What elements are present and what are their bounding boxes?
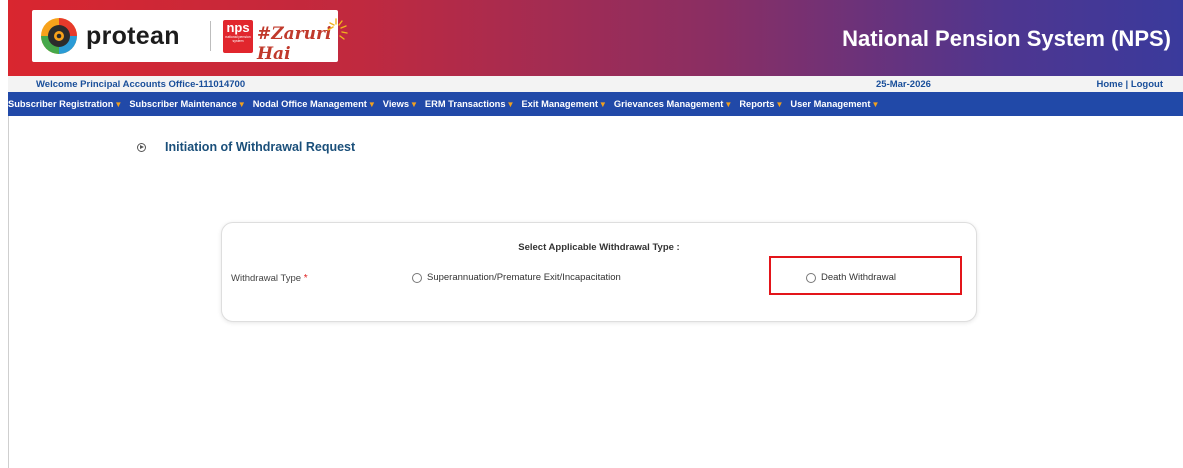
- sunburst-icon: [327, 18, 348, 40]
- radio-superannuation[interactable]: Superannuation/Premature Exit/Incapacita…: [412, 272, 621, 283]
- site-title: National Pension System (NPS): [842, 26, 1171, 51]
- nav-item-subscriber-maintenance[interactable]: Subscriber Maintenance ▼: [123, 92, 246, 116]
- nav-item-label: Subscriber Maintenance: [129, 99, 237, 109]
- nps-badge-subtext: national pension system: [225, 35, 251, 43]
- nav-item-label: Grievances Management: [613, 99, 724, 109]
- nps-badge: nps national pension system: [223, 20, 253, 53]
- nav-item-exit-management[interactable]: Exit Management ▼: [515, 92, 607, 116]
- chevron-down-icon: ▼: [410, 99, 418, 109]
- nav-item-subscriber-registration[interactable]: Subscriber Registration ▼: [8, 92, 123, 116]
- chevron-down-icon: ▼: [724, 99, 733, 109]
- nav-item-label: Subscriber Registration: [8, 99, 114, 109]
- chevron-down-icon: ▼: [871, 99, 880, 109]
- welcome-bar: Welcome Principal Accounts Office-111014…: [8, 76, 1183, 92]
- logo-area[interactable]: protean nps national pension system #Zar…: [32, 10, 348, 64]
- brand-name: protean: [86, 22, 180, 50]
- logo-divider: [210, 21, 211, 51]
- field-label-text: Withdrawal Type: [231, 273, 302, 284]
- required-asterisk: *: [303, 273, 308, 284]
- chevron-down-icon: ▼: [598, 99, 607, 109]
- nav-item-label: Exit Management: [521, 99, 598, 109]
- welcome-text: Welcome Principal Accounts Office-111014…: [36, 79, 246, 90]
- protean-logo-icon: [41, 18, 77, 54]
- account-links: Home | Logout: [1096, 79, 1163, 90]
- card-title: Select Applicable Withdrawal Type :: [518, 242, 680, 253]
- logout-link[interactable]: Logout: [1131, 79, 1163, 90]
- nav-item-label: Views: [382, 99, 409, 109]
- circle-play-icon: [137, 142, 146, 152]
- header-banner: protean nps national pension system #Zar…: [8, 0, 1183, 76]
- chevron-down-icon: ▼: [775, 99, 784, 109]
- page-heading-row: Initiation of Withdrawal Request: [137, 140, 355, 154]
- nav-item-reports[interactable]: Reports ▼: [733, 92, 784, 116]
- nav-item-label: Reports: [739, 99, 775, 109]
- chevron-down-icon: ▼: [114, 99, 123, 109]
- nav-item-label: User Management: [790, 99, 871, 109]
- link-separator: |: [1122, 79, 1131, 90]
- nps-badge-text: nps: [226, 20, 250, 35]
- page-title: Initiation of Withdrawal Request: [165, 140, 356, 154]
- nav-item-nodal-office-management[interactable]: Nodal Office Management ▼: [247, 92, 377, 116]
- radio-unchecked-icon[interactable]: [412, 272, 422, 283]
- nav-item-erm-transactions[interactable]: ERM Transactions ▼: [419, 92, 516, 116]
- current-date: 25-Mar-2026: [876, 79, 931, 90]
- radio-label: Superannuation/Premature Exit/Incapacita…: [427, 272, 621, 283]
- nav-item-user-management[interactable]: User Management ▼: [784, 92, 880, 116]
- nav-item-views[interactable]: Views ▼: [377, 92, 419, 116]
- nav-item-label: Nodal Office Management: [252, 99, 367, 109]
- main-nav: Subscriber Registration ▼ Subscriber Main…: [8, 92, 1183, 116]
- home-link[interactable]: Home: [1096, 79, 1122, 90]
- chevron-down-icon: ▼: [506, 99, 515, 109]
- chevron-down-icon: ▼: [367, 99, 376, 109]
- nav-item-label: ERM Transactions: [424, 99, 506, 109]
- withdrawal-type-label: Withdrawal Type *: [231, 273, 308, 284]
- highlight-annotation: [769, 256, 962, 295]
- nav-item-grievances-management[interactable]: Grievances Management ▼: [608, 92, 733, 116]
- chevron-down-icon: ▼: [237, 99, 246, 109]
